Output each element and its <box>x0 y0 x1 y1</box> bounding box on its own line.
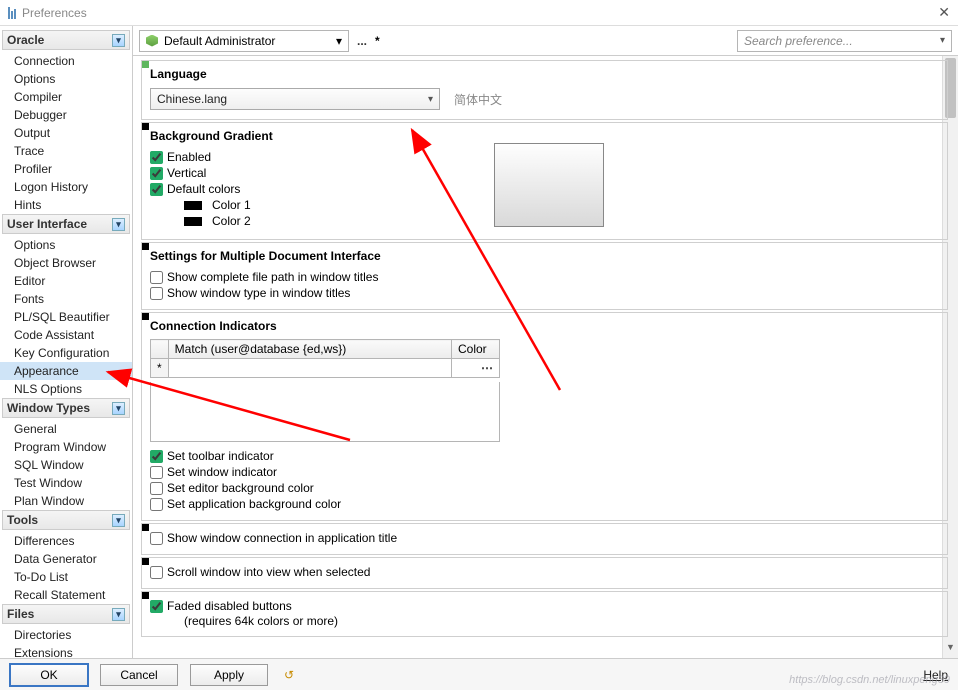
language-value: Chinese.lang <box>157 92 227 106</box>
section-title: Language <box>150 67 939 81</box>
sidebar-item-appearance[interactable]: Appearance <box>0 362 132 380</box>
sidebar-item-connection[interactable]: Connection <box>0 52 132 70</box>
scroll-view-checkbox[interactable] <box>150 566 163 579</box>
cube-icon <box>146 35 158 47</box>
sidebar-item-key-configuration[interactable]: Key Configuration <box>0 344 132 362</box>
language-combo[interactable]: Chinese.lang ▾ <box>150 88 440 110</box>
sidebar-item-object-browser[interactable]: Object Browser <box>0 254 132 272</box>
category-header-user-interface[interactable]: User Interface▾ <box>2 214 130 234</box>
enabled-checkbox[interactable] <box>150 151 163 164</box>
faded-checkbox[interactable] <box>150 600 163 613</box>
sidebar-item-test-window[interactable]: Test Window <box>0 474 132 492</box>
section-scroll-view: Scroll window into view when selected <box>141 557 948 589</box>
sidebar-item-nls-options[interactable]: NLS Options <box>0 380 132 398</box>
preferences-icon <box>8 7 16 19</box>
sidebar-item-compiler[interactable]: Compiler <box>0 88 132 106</box>
sidebar-item-code-assistant[interactable]: Code Assistant <box>0 326 132 344</box>
sidebar-item-editor[interactable]: Editor <box>0 272 132 290</box>
gradient-preview <box>494 143 604 227</box>
sidebar-item-directories[interactable]: Directories <box>0 626 132 644</box>
sidebar-item-to-do-list[interactable]: To-Do List <box>0 568 132 586</box>
window-title: Preferences <box>22 6 87 20</box>
section-title: Background Gradient <box>150 129 939 143</box>
category-header-window-types[interactable]: Window Types▾ <box>2 398 130 418</box>
category-header-tools[interactable]: Tools▾ <box>2 510 130 530</box>
button-bar: OK Cancel Apply ↺ Help <box>0 658 958 690</box>
section-title: Settings for Multiple Document Interface <box>150 249 939 263</box>
app-bg-checkbox[interactable] <box>150 498 163 511</box>
search-placeholder: Search preference... <box>744 34 853 48</box>
chevron-down-icon[interactable]: ▾ <box>940 35 945 46</box>
section-title: Connection Indicators <box>150 319 939 333</box>
conn-title-checkbox[interactable] <box>150 532 163 545</box>
collapse-icon[interactable]: ▾ <box>112 402 125 415</box>
default-colors-label: Default colors <box>167 182 240 196</box>
section-language: Language Chinese.lang ▾ 简体中文 <box>141 60 948 120</box>
collapse-icon[interactable]: ▾ <box>112 514 125 527</box>
sidebar-item-data-generator[interactable]: Data Generator <box>0 550 132 568</box>
sidebar-item-differences[interactable]: Differences <box>0 532 132 550</box>
ellipsis-button[interactable]: ... <box>357 34 367 48</box>
category-header-oracle[interactable]: Oracle▾ <box>2 30 130 50</box>
chevron-down-icon: ▾ <box>336 34 342 48</box>
search-input[interactable]: Search preference... ▾ <box>737 30 952 52</box>
sidebar-item-profiler[interactable]: Profiler <box>0 160 132 178</box>
apply-button[interactable]: Apply <box>190 664 268 686</box>
windowtype-checkbox[interactable] <box>150 287 163 300</box>
preferences-content: ▲ ▼ Language Chinese.lang ▾ 简体中文 <box>133 56 958 658</box>
sidebar-item-trace[interactable]: Trace <box>0 142 132 160</box>
pref-toolbar: Default Administrator ▾ ... * Search pre… <box>133 26 958 56</box>
sidebar-item-logon-history[interactable]: Logon History <box>0 178 132 196</box>
vertical-label: Vertical <box>167 166 206 180</box>
language-description: 简体中文 <box>454 91 502 108</box>
collapse-icon[interactable]: ▾ <box>112 218 125 231</box>
chevron-down-icon: ▾ <box>428 94 433 105</box>
sidebar-item-output[interactable]: Output <box>0 124 132 142</box>
help-link[interactable]: Help <box>923 668 948 682</box>
sidebar-item-recall-statement[interactable]: Recall Statement <box>0 586 132 604</box>
reset-icon[interactable]: ↺ <box>280 666 298 684</box>
default-colors-checkbox[interactable] <box>150 183 163 196</box>
sidebar-item-program-window[interactable]: Program Window <box>0 438 132 456</box>
collapse-icon[interactable]: ▾ <box>112 608 125 621</box>
vertical-checkbox[interactable] <box>150 167 163 180</box>
sidebar-item-fonts[interactable]: Fonts <box>0 290 132 308</box>
sidebar-item-pl-sql-beautifier[interactable]: PL/SQL Beautifier <box>0 308 132 326</box>
windowtype-label: Show window type in window titles <box>167 286 350 300</box>
category-sidebar: Oracle▾ConnectionOptionsCompilerDebugger… <box>0 26 133 658</box>
section-mdi: Settings for Multiple Document Interface… <box>141 242 948 310</box>
sidebar-item-general[interactable]: General <box>0 420 132 438</box>
cancel-button[interactable]: Cancel <box>100 664 178 686</box>
section-faded: Faded disabled buttons (requires 64k col… <box>141 591 948 637</box>
filepath-label: Show complete file path in window titles <box>167 270 378 284</box>
category-header-files[interactable]: Files▾ <box>2 604 130 624</box>
modified-indicator: * <box>375 34 380 48</box>
sidebar-item-sql-window[interactable]: SQL Window <box>0 456 132 474</box>
admin-selector[interactable]: Default Administrator ▾ <box>139 30 349 52</box>
window-indicator-checkbox[interactable] <box>150 466 163 479</box>
section-gradient: Background Gradient Enabled Vertical Def… <box>141 122 948 240</box>
enabled-label: Enabled <box>167 150 211 164</box>
sidebar-item-options[interactable]: Options <box>0 236 132 254</box>
toolbar-indicator-checkbox[interactable] <box>150 450 163 463</box>
connection-match-table[interactable]: Match (user@database {ed,ws})Color *⋯ <box>150 339 500 378</box>
titlebar: Preferences ✕ <box>0 0 958 26</box>
ok-button[interactable]: OK <box>10 664 88 686</box>
sidebar-item-options[interactable]: Options <box>0 70 132 88</box>
close-icon[interactable]: ✕ <box>938 4 950 21</box>
sidebar-item-extensions[interactable]: Extensions <box>0 644 132 658</box>
filepath-checkbox[interactable] <box>150 271 163 284</box>
scroll-down-icon[interactable]: ▼ <box>943 642 958 658</box>
editor-bg-checkbox[interactable] <box>150 482 163 495</box>
section-conn-title: Show window connection in application ti… <box>141 523 948 555</box>
sidebar-item-hints[interactable]: Hints <box>0 196 132 214</box>
section-connection-indicators: Connection Indicators Match (user@databa… <box>141 312 948 521</box>
sidebar-item-plan-window[interactable]: Plan Window <box>0 492 132 510</box>
admin-label: Default Administrator <box>164 34 275 48</box>
collapse-icon[interactable]: ▾ <box>112 34 125 47</box>
sidebar-item-debugger[interactable]: Debugger <box>0 106 132 124</box>
faded-note: (requires 64k colors or more) <box>150 614 939 628</box>
